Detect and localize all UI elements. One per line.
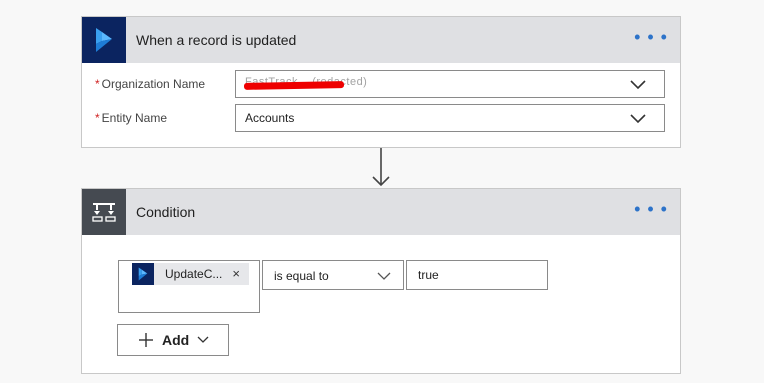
entity-name-value: Accounts (245, 111, 295, 125)
trigger-card: When a record is updated • • • * Organiza… (81, 16, 681, 148)
token-label: UpdateC... (165, 267, 223, 281)
plus-icon (139, 333, 153, 347)
chevron-down-icon[interactable] (377, 270, 391, 282)
condition-card: Condition • • • UpdateC... × is equal to… (81, 188, 681, 374)
condition-operator-select[interactable]: is equal to (262, 260, 404, 290)
organization-name-row: *Organization Name FastTrack... (redacte… (82, 70, 680, 98)
condition-icon (82, 189, 126, 235)
down-arrow-icon (372, 148, 390, 187)
entity-name-select[interactable]: Accounts (235, 104, 665, 132)
condition-title: Condition (136, 204, 196, 220)
organization-name-select[interactable]: FastTrack... (redacted) (235, 70, 665, 98)
chevron-down-icon[interactable] (630, 77, 646, 91)
entity-name-row: * Entity Name Accounts (82, 104, 680, 132)
add-label: Add (162, 332, 190, 348)
chevron-down-icon[interactable] (197, 335, 209, 345)
condition-operand-input[interactable]: UpdateC... × (118, 260, 260, 313)
more-options-button[interactable]: • • • (634, 28, 668, 46)
chevron-down-icon[interactable] (630, 111, 646, 125)
dynamics-icon (132, 263, 154, 285)
add-button[interactable]: Add (117, 324, 229, 356)
condition-header[interactable]: Condition • • • (82, 189, 680, 235)
more-options-button[interactable]: • • • (634, 200, 668, 218)
close-icon[interactable]: × (232, 266, 240, 281)
condition-value: true (418, 268, 439, 282)
dynamic-content-token[interactable]: UpdateC... × (132, 263, 249, 285)
redaction-mark (243, 81, 345, 90)
organization-name-label: * Organization Name (95, 77, 206, 91)
trigger-header[interactable]: When a record is updated • • • (82, 17, 680, 63)
trigger-title: When a record is updated (136, 32, 297, 48)
entity-name-label: * Entity Name (95, 111, 168, 125)
dynamics-icon (82, 17, 126, 63)
condition-value-input[interactable]: true (406, 260, 548, 290)
operator-value: is equal to (274, 269, 329, 283)
